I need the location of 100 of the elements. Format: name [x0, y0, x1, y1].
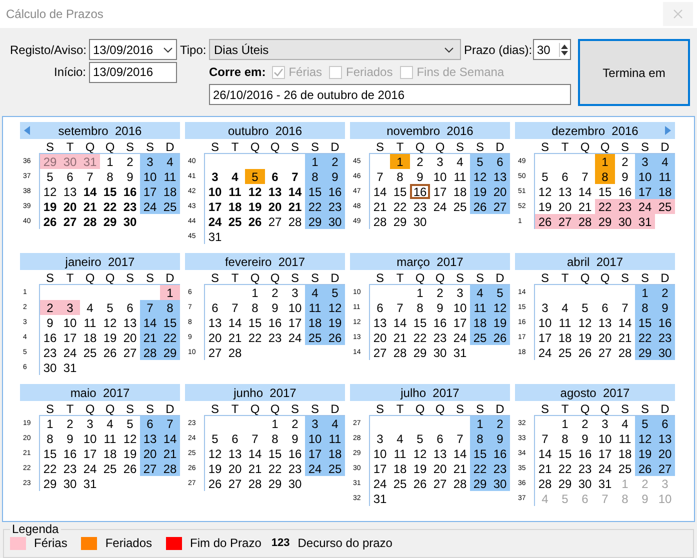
calendar-day[interactable]: 25	[470, 330, 490, 345]
calendar-day[interactable]: 28	[225, 345, 245, 360]
termina-button[interactable]: Termina em	[578, 39, 690, 106]
calendar-day[interactable]: 20	[370, 330, 390, 345]
calendar-day[interactable]: 3	[205, 169, 225, 184]
calendar-day[interactable]: 16	[60, 446, 80, 461]
calendar-day[interactable]: 12	[635, 431, 655, 446]
calendar-day[interactable]: 2	[575, 416, 595, 431]
calendar-day[interactable]: 12	[535, 184, 555, 199]
calendar-day[interactable]: 8	[470, 431, 490, 446]
calendar-day[interactable]: 9	[40, 315, 60, 330]
calendar-day[interactable]: 5	[470, 154, 490, 169]
calendar-day[interactable]: 13	[140, 431, 160, 446]
calendar-day[interactable]: 5	[100, 300, 120, 315]
calendar-day[interactable]: 22	[265, 461, 285, 476]
calendar-day[interactable]: 18	[390, 461, 410, 476]
calendar-day[interactable]: 29	[390, 214, 410, 229]
calendar-day[interactable]: 27	[430, 476, 450, 491]
calendar-day[interactable]: 3	[595, 416, 615, 431]
calendar-day[interactable]: 18	[555, 330, 575, 345]
calendar-day[interactable]: 8	[410, 300, 430, 315]
calendar-day[interactable]: 14	[160, 431, 180, 446]
calendar-day[interactable]: 5	[205, 431, 225, 446]
calendar-day[interactable]: 19	[470, 184, 490, 199]
calendar-day[interactable]: 16	[325, 184, 345, 199]
calendar-day[interactable]: 3	[305, 416, 325, 431]
calendar-day[interactable]: 10	[535, 315, 555, 330]
calendar-day[interactable]: 15	[305, 184, 325, 199]
calendar-day[interactable]: 4	[80, 300, 100, 315]
calendar-day[interactable]: 9	[60, 431, 80, 446]
calendar-day[interactable]: 7	[160, 416, 180, 431]
calendar-day[interactable]: 23	[60, 461, 80, 476]
calendar-day[interactable]: 6	[655, 416, 675, 431]
calendar-day[interactable]: 6	[60, 169, 80, 184]
close-button[interactable]	[663, 2, 693, 26]
calendar-day[interactable]: 12	[245, 184, 265, 199]
calendar-day[interactable]: 11	[225, 184, 245, 199]
calendar-day[interactable]: 4	[470, 285, 490, 300]
calendar-day[interactable]: 23	[325, 199, 345, 214]
calendar-day[interactable]: 27	[120, 345, 140, 360]
calendar-day[interactable]: 25	[80, 345, 100, 360]
calendar-day[interactable]: 1	[390, 154, 410, 169]
calendar-day[interactable]: 25	[325, 461, 345, 476]
calendar-day[interactable]: 27	[265, 214, 285, 229]
calendar-day[interactable]: 18	[655, 184, 675, 199]
calendar-day[interactable]: 28	[285, 214, 305, 229]
calendar-day[interactable]: 15	[245, 315, 265, 330]
calendar-day[interactable]: 17	[60, 330, 80, 345]
calendar-day[interactable]: 4	[160, 154, 180, 169]
calendar-day[interactable]: 31	[80, 476, 100, 491]
calendar-day[interactable]: 9	[325, 169, 345, 184]
calendar-day[interactable]: 10	[635, 169, 655, 184]
calendar-day[interactable]: 26	[205, 476, 225, 491]
calendar-day[interactable]: 10	[370, 446, 390, 461]
calendar-day[interactable]: 1	[410, 285, 430, 300]
calendar-day[interactable]: 29	[410, 345, 430, 360]
calendar-day[interactable]: 22	[555, 461, 575, 476]
calendar-day[interactable]: 25	[555, 345, 575, 360]
calendar-day[interactable]: 22	[305, 199, 325, 214]
calendar-day[interactable]: 26	[325, 330, 345, 345]
calendar-day[interactable]: 24	[370, 476, 390, 491]
calendar-day[interactable]: 8	[265, 431, 285, 446]
calendar-day[interactable]: 9	[285, 431, 305, 446]
calendar-day[interactable]: 29	[100, 214, 120, 229]
calendar-day[interactable]: 24	[80, 461, 100, 476]
calendar-day[interactable]: 22	[40, 461, 60, 476]
calendar-day[interactable]: 19	[100, 330, 120, 345]
calendar-day[interactable]: 17	[80, 446, 100, 461]
calendar-day[interactable]: 21	[245, 461, 265, 476]
calendar-day[interactable]: 31	[205, 229, 225, 244]
calendar-day[interactable]: 3	[285, 285, 305, 300]
calendar-day[interactable]: 13	[370, 315, 390, 330]
calendar-day[interactable]: 14	[370, 184, 390, 199]
calendar-day[interactable]: 19	[120, 446, 140, 461]
calendar-day[interactable]: 18	[225, 199, 245, 214]
calendar-day[interactable]: 20	[555, 199, 575, 214]
calendar-day[interactable]: 30	[575, 476, 595, 491]
calendar-day[interactable]: 11	[655, 169, 675, 184]
calendar-day[interactable]: 3	[450, 285, 470, 300]
calendar-day[interactable]: 27	[370, 345, 390, 360]
calendar-day[interactable]: 18	[325, 446, 345, 461]
calendar-day[interactable]: 17	[370, 461, 390, 476]
calendar-day[interactable]: 1	[245, 285, 265, 300]
calendar-day[interactable]: 1	[635, 285, 655, 300]
calendar-day[interactable]: 29	[635, 345, 655, 360]
calendar-day[interactable]: 14	[245, 446, 265, 461]
calendar-day[interactable]: 24	[205, 214, 225, 229]
calendar-day[interactable]: 10	[80, 431, 100, 446]
calendar-day[interactable]: 7	[285, 169, 305, 184]
calendar-day[interactable]: 14	[535, 446, 555, 461]
calendar-day[interactable]: 11	[555, 315, 575, 330]
calendar-day[interactable]: 12	[325, 300, 345, 315]
calendar-day[interactable]: 22	[595, 199, 615, 214]
calendar-day[interactable]: 25	[450, 199, 470, 214]
calendar-day[interactable]: 27	[555, 214, 575, 229]
date-picker[interactable]: 13/09/2016	[89, 39, 177, 60]
calendar-day[interactable]: 3	[80, 416, 100, 431]
calendar-day[interactable]: 15	[470, 446, 490, 461]
calendar-day[interactable]: 21	[285, 199, 305, 214]
calendar-day[interactable]: 10	[450, 300, 470, 315]
